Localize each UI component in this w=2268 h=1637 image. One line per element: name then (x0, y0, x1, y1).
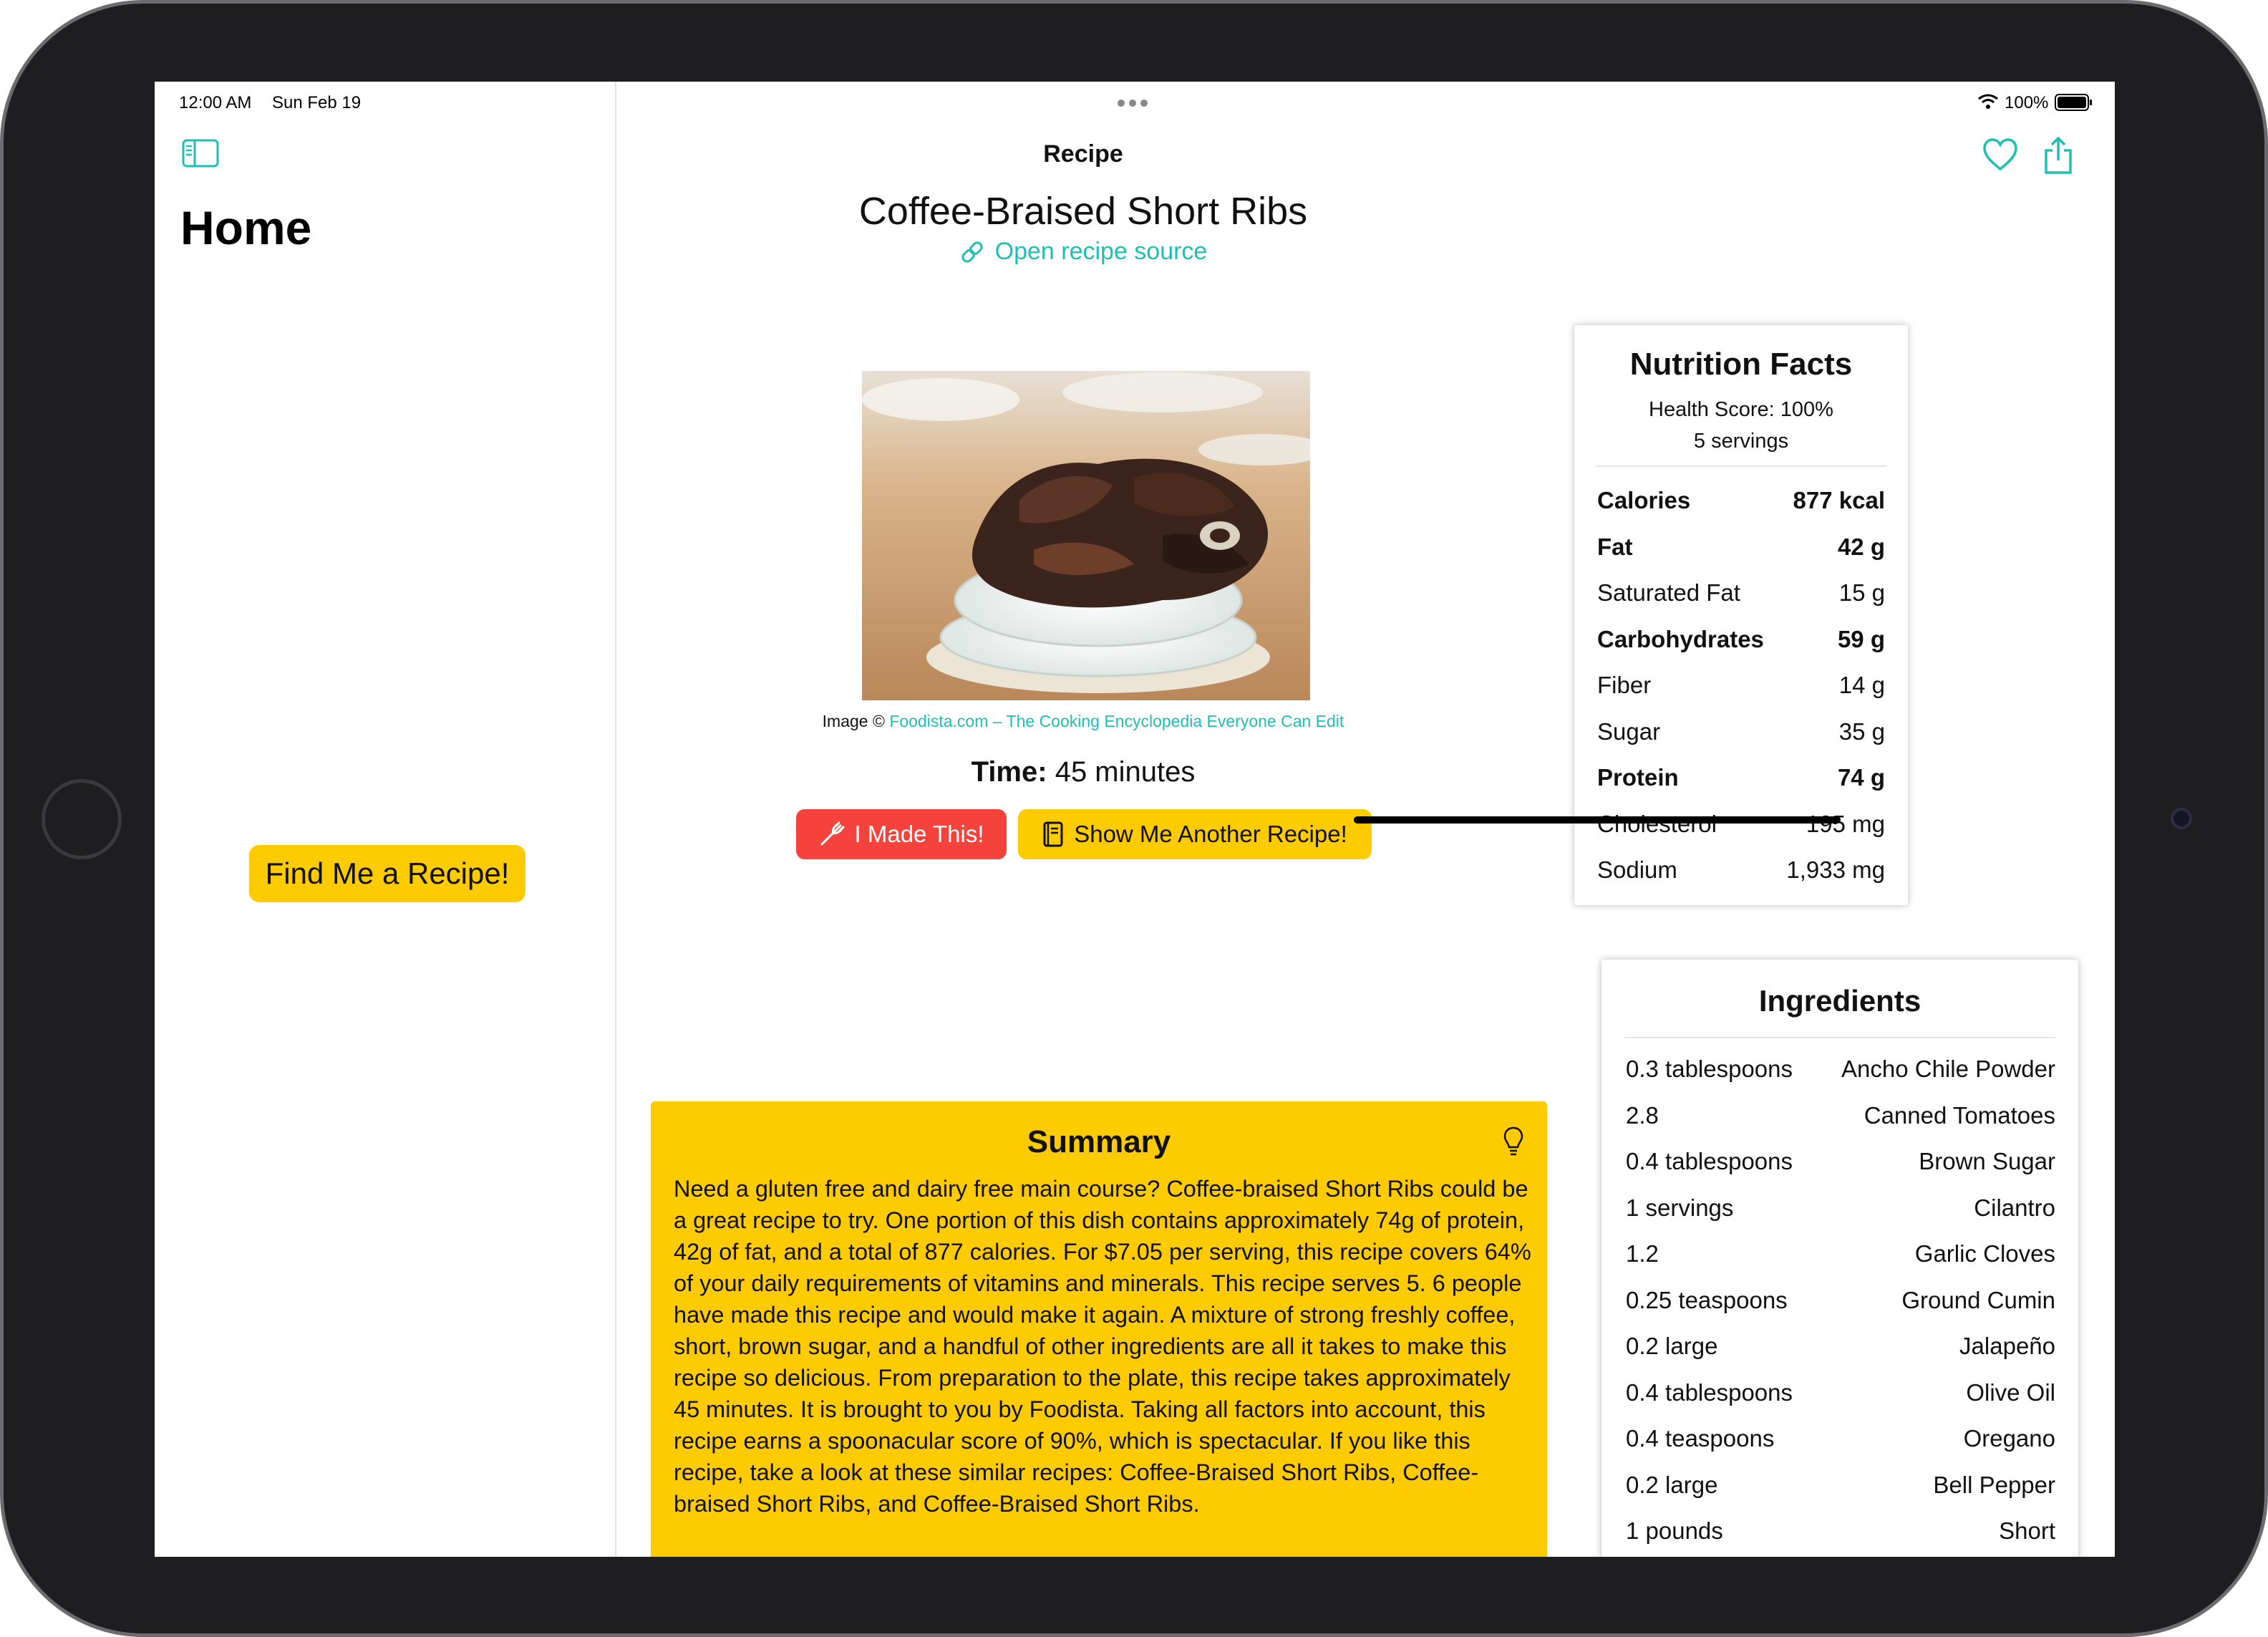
open-source-link[interactable]: Open recipe source (618, 238, 1549, 266)
nutrient-value: 74 g (1837, 764, 1885, 791)
ingredient-name: Ancho Chile Powder (1841, 1056, 2055, 1082)
recipe-detail: Recipe Coffee-Braised Short Ribs Open re… (618, 82, 2115, 1557)
book-icon (1043, 821, 1063, 847)
lightbulb-icon (1503, 1126, 1523, 1156)
ingredient-amount: 1 servings (1626, 1194, 1734, 1221)
ingredient-name: Canned Tomatoes (1864, 1101, 2055, 1129)
sidebar-icon[interactable] (182, 139, 219, 168)
nutrient-value: 195 mg (1806, 810, 1885, 837)
summary-title: Summary (1027, 1124, 1171, 1159)
show-another-label: Show Me Another Recipe! (1074, 821, 1347, 847)
nutrient-label: Calories (1597, 487, 1691, 513)
nutrient-value: 35 g (1838, 718, 1885, 745)
ingredient-name: Oregano (1963, 1425, 2055, 1452)
summary-card: Summary Need a gluten free and dairy fre… (651, 1101, 1547, 1557)
nutrition-row: Carbohydrates 59 g (1597, 626, 1885, 669)
health-score: Health Score: 100% (1649, 398, 1833, 421)
nutrient-value: 14 g (1838, 672, 1885, 698)
image-credit: Image © Foodista.com – The Cooking Encyc… (618, 712, 1549, 731)
ingredient-name: Jalapeño (1959, 1333, 2055, 1359)
ingredient-row: 1 servings Cilantro (1626, 1194, 2055, 1237)
nutrient-value: 59 g (1837, 625, 1885, 652)
nutrient-label: Sugar (1597, 718, 1661, 745)
nutrition-row: Calories 877 kcal (1597, 487, 1885, 530)
sidebar: Home Find Me a Recipe! (155, 82, 616, 1557)
nutrition-row: Protein 74 g (1597, 764, 1885, 807)
front-camera (2171, 808, 2192, 829)
time-value: 45 minutes (1055, 756, 1196, 788)
ingredient-amount: 0.4 tablespoons (1626, 1378, 1793, 1406)
nutrition-title: Nutrition Facts (1629, 347, 1853, 382)
nutrient-label: Fiber (1597, 672, 1652, 698)
cook-time: Time: 45 minutes (618, 756, 1549, 788)
ingredient-amount: 1.2 (1626, 1240, 1659, 1267)
summary-text: Need a gluten free and dairy free main c… (674, 1176, 1531, 1517)
made-this-label: I Made This! (854, 821, 984, 847)
sidebar-title: Home (180, 201, 312, 254)
nutrition-row: Fiber 14 g (1597, 672, 1885, 715)
image-credit-link[interactable]: Foodista.com – The Cooking Encyclopedia … (889, 712, 1344, 730)
ingredient-amount: 0.4 tablespoons (1626, 1148, 1793, 1174)
ingredient-name: Olive Oil (1966, 1378, 2055, 1406)
ingredient-name: Bell Pepper (1933, 1471, 2055, 1498)
nutrient-label: Protein (1597, 764, 1679, 791)
nutrition-row: Sodium 1,933 mg (1597, 856, 1885, 899)
ingredient-amount: 1 pounds (1626, 1517, 1723, 1544)
recipe-title: Coffee-Braised Short Ribs (858, 190, 1308, 233)
home-button[interactable] (42, 779, 122, 859)
ingredient-row: 0.2 large Bell Pepper (1626, 1472, 2055, 1515)
ingredient-row: 0.25 teaspoons Ground Cumin (1626, 1287, 2055, 1330)
time-label: Time: (971, 756, 1047, 788)
find-recipe-button[interactable]: Find Me a Recipe! (249, 845, 525, 902)
ingredients-title: Ingredients (1758, 984, 1922, 1018)
ingredient-name: Ground Cumin (1901, 1286, 2055, 1313)
ingredient-row: 2.8 Canned Tomatoes (1626, 1102, 2055, 1145)
nutrition-row: Saturated Fat 15 g (1597, 579, 1885, 622)
link-icon (961, 241, 983, 263)
nutrition-row: Fat 42 g (1597, 533, 1885, 576)
ingredient-amount: 0.3 tablespoons (1626, 1056, 1793, 1082)
ingredient-row: 0.2 large Jalapeño (1626, 1333, 2055, 1376)
nutrient-value: 15 g (1838, 579, 1885, 606)
ingredient-amount: 0.2 large (1626, 1333, 1718, 1359)
ingredient-amount: 0.25 teaspoons (1626, 1286, 1788, 1313)
nutrition-divider (1596, 465, 1886, 467)
ingredients-card: Ingredients 0.3 tablespoons Ancho Chile P… (1601, 960, 2078, 1557)
nutrition-row: Sugar 35 g (1597, 718, 1885, 761)
nutrient-value: 42 g (1837, 533, 1885, 560)
ingredient-row: 1.2 Garlic Cloves (1626, 1240, 2055, 1283)
ingredient-row: 1 pounds Short (1626, 1517, 2055, 1557)
nutrient-label: Saturated Fat (1597, 579, 1740, 606)
nav-title: Recipe (1043, 140, 1123, 168)
ingredient-amount: 2.8 (1626, 1101, 1659, 1129)
nutrient-value: 1,933 mg (1786, 856, 1885, 883)
ingredient-row: 0.4 tablespoons Brown Sugar (1626, 1148, 2055, 1191)
ingredient-name: Garlic Cloves (1914, 1240, 2055, 1267)
open-source-label: Open recipe source (994, 238, 1208, 265)
ingredient-name: Cilantro (1974, 1194, 2055, 1221)
screen: 12:00 AM Sun Feb 19 100% Home Find Me a … (155, 82, 2115, 1557)
home-indicator[interactable] (1354, 816, 1841, 824)
share-icon[interactable] (2042, 136, 2074, 175)
show-another-recipe-button[interactable]: Show Me Another Recipe! (1018, 809, 1372, 859)
ingredient-row: 0.4 tablespoons Olive Oil (1626, 1379, 2055, 1422)
servings: 5 servings (1693, 430, 1789, 453)
ingredient-row: 0.4 teaspoons Oregano (1626, 1425, 2055, 1468)
nutrient-label: Fat (1597, 533, 1633, 560)
nutrient-label: Sodium (1597, 856, 1677, 883)
ingredient-name: Short (1999, 1517, 2055, 1544)
nutrient-value: 877 kcal (1793, 487, 1885, 513)
heart-icon[interactable] (1982, 137, 2018, 172)
ingredient-name: Brown Sugar (1919, 1148, 2055, 1174)
nutrient-label: Carbohydrates (1597, 625, 1764, 652)
fork-icon (820, 821, 845, 846)
nutrient-label: Cholesterol (1597, 810, 1717, 837)
image-credit-prefix: Image © (822, 712, 885, 730)
ingredients-divider (1624, 1037, 2055, 1038)
recipe-image (862, 371, 1310, 700)
ingredient-amount: 0.2 large (1626, 1471, 1718, 1498)
ingredient-amount: 0.4 teaspoons (1626, 1425, 1775, 1452)
made-this-button[interactable]: I Made This! (796, 809, 1007, 859)
ingredient-row: 0.3 tablespoons Ancho Chile Powder (1626, 1056, 2055, 1098)
